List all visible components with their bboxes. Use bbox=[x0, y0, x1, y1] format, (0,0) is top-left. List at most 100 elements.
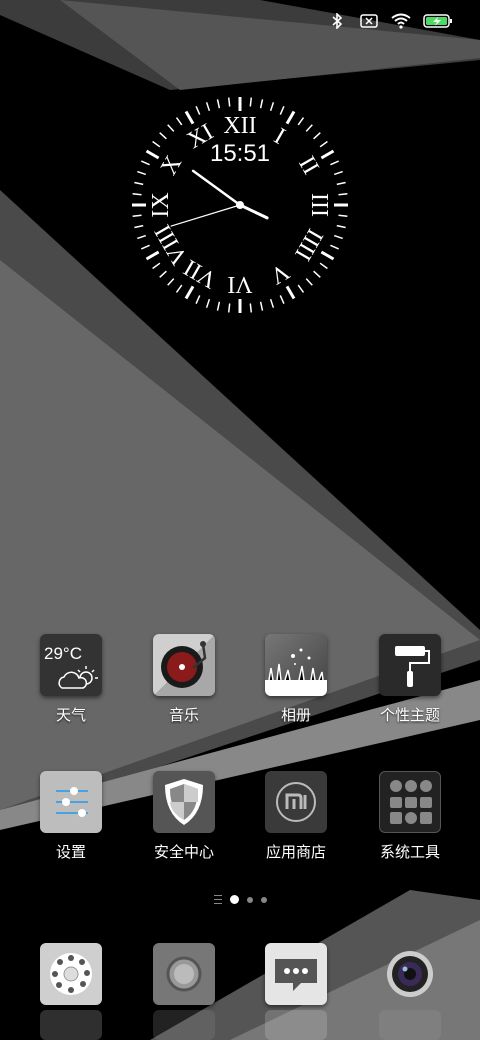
clock-tick bbox=[159, 132, 167, 140]
dock-browser[interactable] bbox=[134, 943, 234, 1005]
page-indicator[interactable] bbox=[0, 895, 480, 904]
dock-reflection bbox=[153, 1010, 215, 1040]
clock-tick bbox=[167, 124, 175, 132]
clock-tick bbox=[285, 285, 296, 300]
dock-reflection bbox=[265, 1010, 327, 1040]
clock-tick bbox=[205, 298, 211, 308]
analog-clock[interactable]: XII IIIIIIIIIIVVIVIIVIIIIXXXI bbox=[128, 93, 352, 317]
clock-center bbox=[236, 201, 244, 209]
clock-tick bbox=[249, 97, 253, 107]
status-bar bbox=[326, 8, 454, 34]
clock-tick bbox=[320, 250, 335, 261]
clock-tick bbox=[216, 301, 221, 311]
app-label: 应用商店 bbox=[265, 844, 326, 861]
clock-tick bbox=[205, 102, 211, 112]
clock-numeral: III bbox=[306, 193, 332, 217]
page-dot bbox=[260, 896, 267, 903]
dock-reflection bbox=[379, 1010, 441, 1040]
clock-hour-hand bbox=[238, 203, 269, 220]
dock-camera[interactable] bbox=[360, 943, 460, 1005]
clock-tick bbox=[313, 270, 321, 278]
page-menu-icon bbox=[213, 895, 222, 904]
clock-tick bbox=[227, 97, 231, 107]
clock-tick bbox=[175, 117, 183, 126]
clock-tick bbox=[336, 181, 346, 186]
browser-icon bbox=[153, 943, 215, 1005]
clock-tick bbox=[279, 295, 285, 304]
clock-numeral: V bbox=[265, 258, 294, 290]
app-label: 天气 bbox=[55, 707, 86, 724]
wifi-icon bbox=[390, 10, 412, 32]
dock-reflection bbox=[40, 1010, 102, 1040]
app-label: 系统工具 bbox=[379, 844, 440, 861]
app-store[interactable]: 应用商店 bbox=[246, 771, 346, 862]
camera-lens-icon bbox=[379, 943, 441, 1005]
clock-digital-time: 15:51 bbox=[209, 140, 271, 167]
shield-icon bbox=[153, 771, 215, 833]
clock-tick bbox=[330, 244, 339, 250]
clock-tick bbox=[134, 224, 144, 229]
clock-tick bbox=[336, 224, 346, 229]
app-settings[interactable]: 设置 bbox=[21, 771, 121, 862]
sim-x-icon bbox=[358, 10, 380, 32]
clock-tick bbox=[333, 170, 343, 176]
dock-phone[interactable] bbox=[21, 943, 121, 1005]
clock-numeral: VI bbox=[227, 271, 252, 297]
clock-tick bbox=[338, 214, 348, 218]
clock-tick bbox=[259, 301, 264, 311]
clock-tick bbox=[137, 234, 147, 240]
clock-numeral: IX bbox=[148, 192, 174, 217]
clock-tick bbox=[313, 132, 321, 140]
clock-second-hand bbox=[170, 204, 241, 227]
clock-tick bbox=[134, 181, 144, 186]
clock-tick bbox=[227, 303, 231, 313]
app-tools-folder[interactable]: 系统工具 bbox=[360, 771, 460, 862]
clock-tick bbox=[184, 285, 195, 300]
clock-tick bbox=[333, 234, 343, 240]
rotary-phone-icon bbox=[40, 943, 102, 1005]
paint-roller-icon bbox=[379, 634, 441, 696]
battery-charging-icon bbox=[422, 10, 454, 32]
clock-tick bbox=[279, 106, 285, 115]
clock-tick bbox=[285, 110, 296, 125]
app-themes[interactable]: 个性主题 bbox=[360, 634, 460, 725]
clock-numeral: VIII bbox=[150, 220, 193, 269]
clock-tick bbox=[132, 214, 142, 218]
clock-numeral: XII bbox=[223, 113, 256, 139]
clock-numeral: IIII bbox=[289, 224, 328, 265]
clock-tick bbox=[319, 262, 328, 270]
clock-tick bbox=[195, 295, 201, 304]
app-weather[interactable]: 29°C 天气 bbox=[21, 634, 121, 725]
clock-tick bbox=[297, 284, 305, 293]
clock-tick bbox=[269, 102, 275, 112]
clock-tick bbox=[305, 278, 313, 286]
clock-tick bbox=[195, 106, 201, 115]
clock-tick bbox=[184, 110, 195, 125]
app-label: 音乐 bbox=[168, 707, 199, 724]
page-dot bbox=[246, 896, 253, 903]
clock-tick bbox=[338, 192, 348, 196]
app-security[interactable]: 安全中心 bbox=[134, 771, 234, 862]
weather-icon: 29°C bbox=[40, 634, 102, 696]
mi-logo-icon bbox=[265, 771, 327, 833]
clock-tick bbox=[137, 170, 147, 176]
clock-minute-hand bbox=[191, 169, 242, 207]
clock-tick bbox=[167, 278, 175, 286]
clock-tick bbox=[159, 270, 167, 278]
page-dot-current bbox=[229, 895, 239, 904]
folder-grid-icon bbox=[379, 771, 441, 833]
clock-tick bbox=[297, 117, 305, 126]
clock-tick bbox=[259, 99, 264, 109]
app-label: 安全中心 bbox=[153, 844, 214, 861]
music-icon bbox=[153, 634, 215, 696]
app-gallery[interactable]: 相册 bbox=[246, 634, 346, 725]
app-music[interactable]: 音乐 bbox=[134, 634, 234, 725]
clock-tick bbox=[269, 298, 275, 308]
clock-tick bbox=[305, 124, 313, 132]
message-bubble-icon bbox=[265, 943, 327, 1005]
clock-tick bbox=[175, 284, 183, 293]
bluetooth-icon bbox=[326, 10, 348, 32]
app-label: 相册 bbox=[280, 707, 311, 724]
clock-tick bbox=[152, 262, 161, 270]
dock-messages[interactable] bbox=[246, 943, 346, 1005]
